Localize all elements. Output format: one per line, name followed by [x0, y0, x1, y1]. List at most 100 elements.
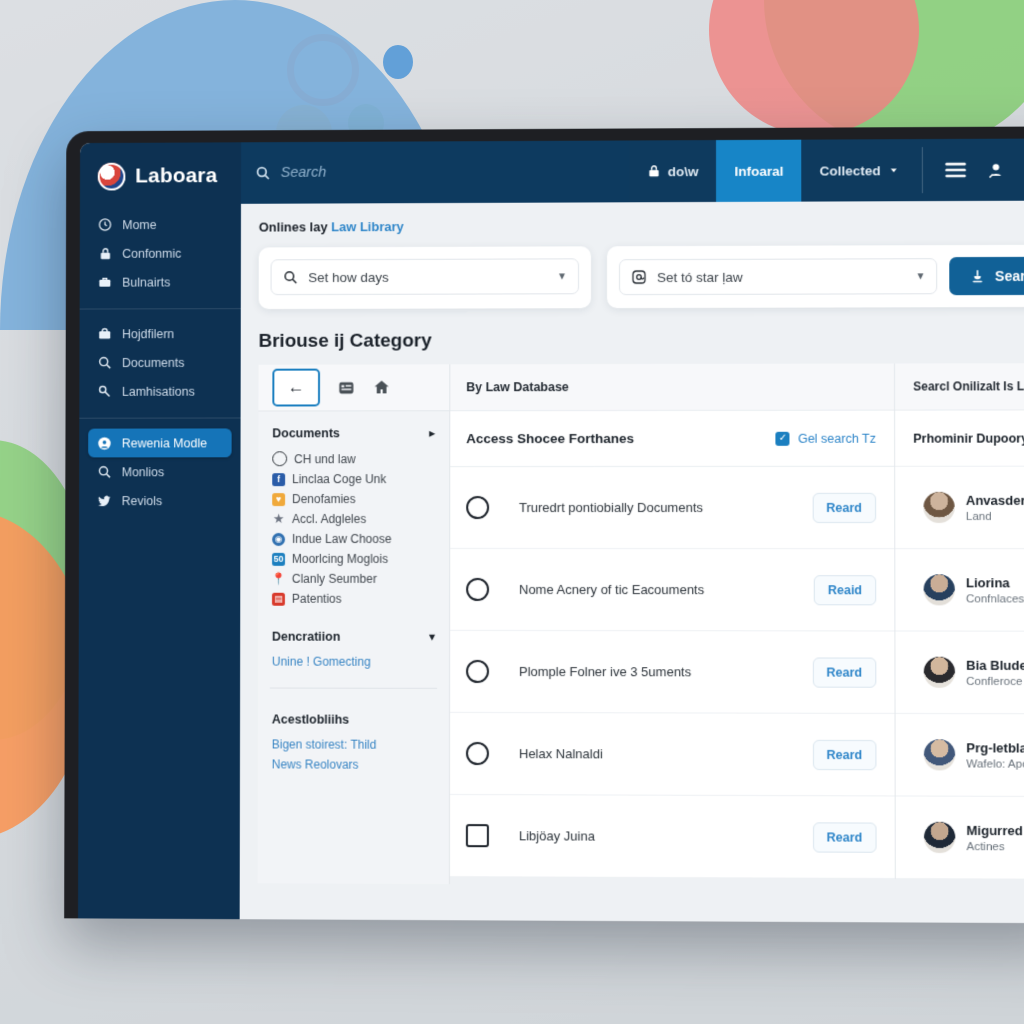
top-nav-divider [921, 147, 923, 194]
sidebar-item-label: Lamhisations [121, 384, 195, 399]
user-search-icon[interactable] [986, 160, 1005, 179]
list-item-label: Patentios [291, 591, 342, 606]
search-placeholder: Search [280, 164, 327, 181]
chevron-down-icon: ▼ [557, 270, 568, 282]
select-all-label: Gel search Tz [797, 431, 876, 446]
read-button[interactable]: Reard [812, 492, 877, 523]
lock-icon [647, 164, 661, 178]
table-row[interactable]: Libjӧay Juina Reard [449, 794, 895, 880]
twitter-bird-icon [97, 493, 112, 508]
top-nav-label: do\w [667, 163, 699, 179]
browse-documents-header[interactable]: Documents ▸ [272, 425, 435, 440]
table-row[interactable]: Helax Nalnaldi Reard [449, 712, 895, 797]
top-nav-item-infoaral[interactable]: Infoaral [716, 139, 802, 202]
list-item[interactable]: ♥ Denofamies [272, 489, 435, 509]
key-icon [97, 384, 112, 399]
sidebar-item-hojdfilern[interactable]: Hojdfilern [80, 319, 241, 348]
select-all-control[interactable]: ✓ Gel search Tz [775, 431, 876, 446]
list-item[interactable]: Bia Bludes Confleroce [895, 631, 1024, 715]
home-icon[interactable] [373, 378, 391, 396]
documents-panel-header: By Law Database [450, 363, 895, 412]
radio-icon[interactable] [466, 496, 490, 520]
sidebar-group-secondary: Hojdfilern Documents Lamhisations [79, 315, 240, 416]
table-row[interactable]: Truredrt pontiobially Documents Reard [450, 466, 895, 550]
chevron-down-icon: ▼ [915, 270, 926, 282]
list-item[interactable]: ▤ Patentios [272, 589, 435, 609]
breadcrumb: Onlines lay Law Library [259, 217, 1024, 234]
sidebar-item-monlios[interactable]: Monlios [79, 457, 240, 486]
list-item[interactable]: Liorina Confnlaces [895, 549, 1024, 632]
brand-name: Laboara [135, 164, 218, 188]
search-button[interactable]: Search [949, 256, 1024, 296]
filter-select-law[interactable]: Set tó star ḷaw ▼ [618, 258, 938, 296]
sidebar: Laboara Mome Confonmic Bulnairts Hojdfil… [77, 142, 242, 920]
documents-list-panel: By Law Database Access Shocee Forthanes … [449, 363, 896, 880]
sidebar-item-label: Documents [121, 355, 185, 370]
decor-dot-blue [383, 45, 413, 79]
avatar [923, 739, 956, 771]
hamburger-menu-icon[interactable] [945, 161, 966, 178]
browse-accessibility-link-2[interactable]: News Reolovars [272, 754, 435, 774]
chevron-down-icon: ▾ [428, 629, 436, 644]
triangle-right-icon: ▸ [429, 426, 436, 441]
list-item[interactable]: 📍 Clanly Seumber [271, 569, 435, 589]
panels-row: ← Documents ▸ CH und law f Linclaa Coge … [257, 363, 1024, 887]
sidebar-item-lamhisations[interactable]: Lamhisations [79, 377, 240, 406]
at-circle-icon [631, 269, 647, 285]
read-button[interactable]: Reard [812, 821, 877, 853]
brand: Laboara [80, 156, 241, 206]
list-item[interactable]: ◉ Indue Law Choose [272, 529, 435, 549]
pin-icon: 📍 [271, 571, 286, 586]
read-button[interactable]: Reard [812, 656, 877, 688]
radio-icon[interactable] [466, 577, 490, 601]
browse-description-link[interactable]: Unine ! Gomecting [272, 652, 435, 672]
read-button[interactable]: Reard [812, 739, 877, 770]
checkbox-icon[interactable] [465, 824, 489, 848]
browse-toolbar: ← [258, 364, 450, 412]
list-item[interactable]: ★ Accl. Adgleles [272, 509, 435, 529]
list-item-label: Accl. Adgleles [291, 512, 367, 526]
top-nav-item-dow[interactable]: do\w [629, 140, 717, 202]
sidebar-item-mome[interactable]: Mome [80, 210, 241, 239]
list-item[interactable]: Migurred Poli Actines [895, 796, 1024, 880]
bag-icon [97, 326, 112, 341]
app-screen: Laboara Mome Confonmic Bulnairts Hojdfil… [77, 138, 1024, 924]
list-item[interactable]: 50 Moorlcing Moglois [272, 549, 435, 569]
list-item[interactable]: Prg-letblaris Wafelo: Apolk [895, 713, 1024, 798]
clock-icon [98, 217, 113, 232]
avatar [923, 491, 955, 523]
radio-icon[interactable] [466, 659, 490, 683]
sidebar-item-rewenia-modle[interactable]: Rewenia Modle [88, 428, 232, 458]
list-item[interactable]: Anvasder Land [895, 466, 1024, 550]
read-button[interactable]: Reaid [813, 574, 877, 605]
table-row[interactable]: Plomple Folner ive 3 5uments Reard [450, 630, 895, 714]
filter-row: Set how days ▼ Set tó star ḷaw ▼ Search [258, 244, 1024, 310]
list-item[interactable]: CH und law [272, 448, 435, 469]
main-column: Search do\w Infoaral Collected Onlines l… [239, 138, 1024, 924]
document-title: Libjӧay Juina [518, 828, 595, 844]
filter-select-days[interactable]: Set how days ▼ [270, 258, 580, 296]
browse-accessibility-link-1[interactable]: Bigen stoirest: Thild [272, 734, 435, 754]
avatar [923, 574, 955, 606]
scale-icon [970, 268, 986, 284]
browse-description-header[interactable]: Dencratiion ▾ [272, 629, 435, 644]
sidebar-item-documents[interactable]: Documents [79, 348, 240, 377]
table-row[interactable]: Nome Acnery of tic Eacouments Reaid [450, 548, 895, 632]
global-search-input[interactable]: Search [240, 140, 629, 204]
sidebar-item-reviols[interactable]: Reviols [79, 486, 240, 515]
breadcrumb-link[interactable]: Law Library [331, 219, 404, 234]
top-nav-item-collected[interactable]: Collected [801, 139, 917, 202]
top-navigation-bar: Search do\w Infoaral Collected [240, 138, 1024, 204]
grid-icon[interactable] [338, 379, 355, 396]
list-item[interactable]: f Linclaa Coge Unk [272, 469, 435, 489]
person-role: Confleroce [966, 675, 1023, 688]
arrow-left-icon[interactable]: ← [272, 368, 321, 407]
sidebar-item-confonmic[interactable]: Confonmic [80, 239, 241, 268]
documents-panel-subtitle: Access Shocee Forthanes [466, 430, 635, 447]
radio-icon[interactable] [465, 741, 489, 766]
sidebar-item-bulnairts[interactable]: Bulnairts [80, 267, 241, 296]
list-item-label: Linclaa Coge Unk [292, 472, 387, 487]
browse-accessibility-section: Acestlobliihs Bigen stoirest: Thild News… [258, 698, 449, 780]
list-item-label: Moorlcing Moglois [291, 551, 389, 566]
browse-documents-title: Documents [272, 425, 340, 440]
